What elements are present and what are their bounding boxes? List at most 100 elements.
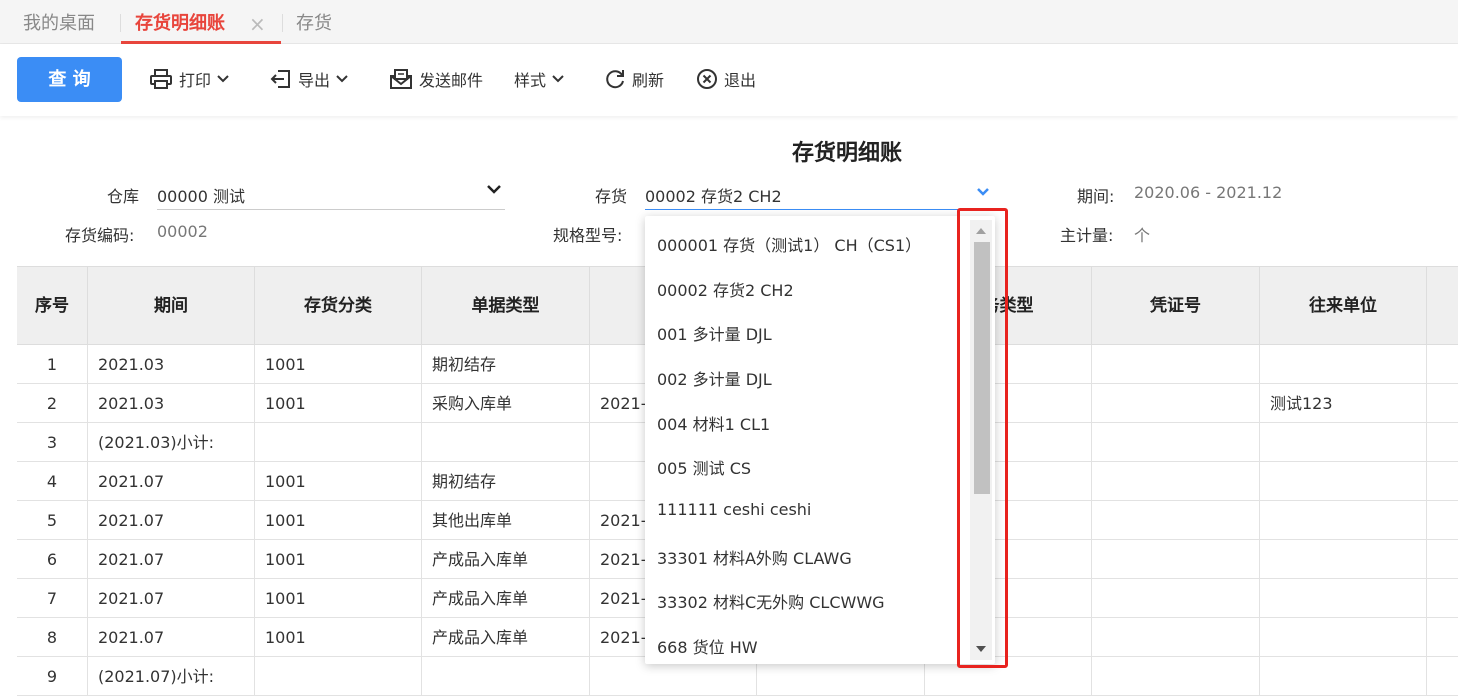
tab-divider bbox=[282, 14, 283, 32]
tab-inventory-detail[interactable]: 存货明细账 × bbox=[121, 0, 281, 44]
table-cell bbox=[1260, 618, 1427, 657]
table-cell: 测试123 bbox=[1260, 384, 1427, 423]
export-button[interactable]: 导出 bbox=[270, 66, 348, 92]
warehouse-value: 00000 测试 bbox=[157, 187, 245, 206]
chevron-down-icon bbox=[487, 185, 501, 194]
table-cell: 产成品入库单 bbox=[422, 540, 590, 579]
table-cell: 1001 bbox=[255, 501, 422, 540]
column-header[interactable]: 往来单位 bbox=[1260, 267, 1427, 346]
table-cell: 2 bbox=[17, 384, 88, 423]
table-cell: 2021.07 bbox=[88, 540, 255, 579]
table-cell: 5 bbox=[17, 501, 88, 540]
table-cell bbox=[1427, 618, 1458, 657]
tab-inventory[interactable]: 存货 bbox=[296, 0, 332, 44]
table-cell bbox=[1260, 462, 1427, 501]
table-cell bbox=[1092, 657, 1260, 696]
dropdown-option[interactable]: 111111 ceshi ceshi bbox=[657, 500, 811, 519]
column-header[interactable]: 序号 bbox=[17, 267, 88, 346]
table-cell bbox=[1427, 501, 1458, 540]
inventory-label: 存货 bbox=[595, 187, 628, 206]
table-cell: 2021.07 bbox=[88, 618, 255, 657]
column-header bbox=[1427, 267, 1458, 346]
chevron-down-icon bbox=[336, 75, 348, 83]
table-cell bbox=[1427, 579, 1458, 618]
exit-button[interactable]: 退出 bbox=[696, 66, 756, 92]
table-cell bbox=[1092, 423, 1260, 462]
export-icon bbox=[270, 70, 290, 88]
table-cell bbox=[1092, 540, 1260, 579]
tab-label: 我的桌面 bbox=[23, 13, 95, 34]
table-cell: 1001 bbox=[255, 345, 422, 384]
table-cell bbox=[1092, 618, 1260, 657]
export-label: 导出 bbox=[298, 71, 331, 90]
table-cell: (2021.07)小计: bbox=[88, 657, 255, 696]
send-mail-button[interactable]: 发送邮件 bbox=[389, 66, 483, 92]
close-circle-icon bbox=[697, 69, 717, 89]
table-cell bbox=[1092, 579, 1260, 618]
inventory-value: 00002 存货2 CH2 bbox=[645, 187, 782, 206]
inventory-dropdown-list: 000001 存货（测试1） CH（CS1） 00002 存货2 CH2 001 多… bbox=[645, 216, 995, 664]
dropdown-option[interactable]: 33302 材料C无外购 CLCWWG bbox=[657, 589, 885, 613]
spec-label: 规格型号: bbox=[553, 226, 623, 245]
print-label: 打印 bbox=[179, 71, 212, 90]
code-value: 00002 bbox=[157, 222, 208, 241]
mail-icon bbox=[390, 69, 412, 89]
style-button[interactable]: 样式 bbox=[514, 66, 564, 92]
period-label: 期间: bbox=[1077, 187, 1115, 206]
table-cell: 2021.07 bbox=[88, 462, 255, 501]
table-cell bbox=[1427, 657, 1458, 696]
unit-label: 主计量: bbox=[1060, 226, 1114, 245]
inventory-select[interactable]: 00002 存货2 CH2 bbox=[645, 180, 995, 210]
dropdown-option[interactable]: 002 多计量 DJL bbox=[657, 366, 772, 390]
table-cell bbox=[1260, 345, 1427, 384]
dropdown-option[interactable]: 004 材料1 CL1 bbox=[657, 411, 770, 435]
column-header[interactable]: 凭证号 bbox=[1092, 267, 1260, 346]
column-header[interactable]: 存货分类 bbox=[255, 267, 422, 346]
table-cell bbox=[1260, 540, 1427, 579]
table-cell bbox=[1260, 657, 1427, 696]
report-title: 存货明细账 bbox=[792, 141, 903, 166]
table-cell: 1001 bbox=[255, 462, 422, 501]
warehouse-select[interactable]: 00000 测试 bbox=[157, 180, 505, 210]
table-cell: 产成品入库单 bbox=[422, 579, 590, 618]
table-cell bbox=[1260, 501, 1427, 540]
dropdown-option[interactable]: 00002 存货2 CH2 bbox=[657, 277, 794, 301]
table-cell: 6 bbox=[17, 540, 88, 579]
tab-label: 存货明细账 bbox=[135, 13, 225, 34]
table-cell: (2021.03)小计: bbox=[88, 423, 255, 462]
unit-value: 个 bbox=[1134, 226, 1151, 245]
table-cell: 7 bbox=[17, 579, 88, 618]
print-button[interactable]: 打印 bbox=[149, 66, 229, 92]
dropdown-option[interactable]: 33301 材料A外购 CLAWG bbox=[657, 545, 852, 569]
table-cell bbox=[1427, 423, 1458, 462]
query-button[interactable]: 查 询 bbox=[17, 57, 122, 102]
dropdown-option[interactable]: 000001 存货（测试1） CH（CS1） bbox=[657, 232, 921, 256]
table-cell bbox=[1427, 540, 1458, 579]
tab-my-desktop[interactable]: 我的桌面 bbox=[23, 0, 95, 44]
dropdown-option[interactable]: 005 测试 CS bbox=[657, 455, 751, 479]
table-cell: 期初结存 bbox=[422, 462, 590, 501]
column-header[interactable]: 期间 bbox=[88, 267, 255, 346]
chevron-down-icon bbox=[217, 75, 229, 83]
table-cell bbox=[1092, 462, 1260, 501]
period-value: 2020.06 - 2021.12 bbox=[1134, 183, 1283, 202]
dropdown-option[interactable]: 001 多计量 DJL bbox=[657, 321, 772, 345]
table-cell bbox=[1092, 501, 1260, 540]
dropdown-option[interactable]: 668 货位 HW bbox=[657, 634, 758, 658]
table-cell: 产成品入库单 bbox=[422, 618, 590, 657]
printer-icon bbox=[150, 69, 172, 89]
code-label: 存货编码: bbox=[65, 226, 135, 245]
table-cell: 采购入库单 bbox=[422, 384, 590, 423]
tab-bar: 我的桌面 存货明细账 × 存货 bbox=[0, 0, 1458, 44]
chevron-down-icon bbox=[552, 75, 564, 83]
column-header[interactable]: 单据类型 bbox=[422, 267, 590, 346]
send-mail-label: 发送邮件 bbox=[419, 71, 484, 90]
table-cell: 期初结存 bbox=[422, 345, 590, 384]
table-cell: 9 bbox=[17, 657, 88, 696]
table-cell bbox=[255, 423, 422, 462]
table-cell bbox=[1427, 462, 1458, 501]
toolbar: 查 询 打印 导出 发送邮件 样式 刷新 退出 bbox=[0, 44, 1458, 116]
chevron-down-icon bbox=[977, 188, 989, 196]
table-cell: 其他出库单 bbox=[422, 501, 590, 540]
refresh-button[interactable]: 刷新 bbox=[604, 66, 664, 92]
